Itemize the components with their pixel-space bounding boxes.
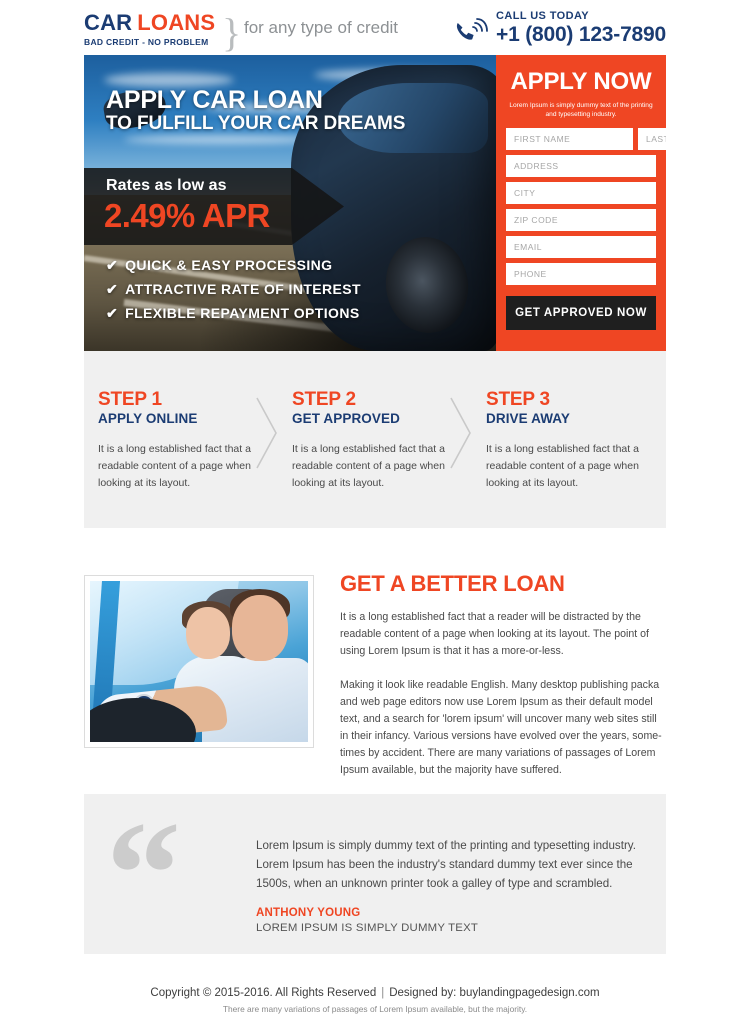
footer-main-line: Copyright © 2015-2016. All Rights Reserv… bbox=[0, 985, 750, 1001]
benefit-label: QUICK & EASY PROCESSING bbox=[125, 257, 333, 273]
apply-now-panel: APPLY NOW Lorem Ipsum is simply dummy te… bbox=[496, 55, 666, 351]
step-number: STEP 2 bbox=[292, 389, 356, 410]
step-description: It is a long established fact that a rea… bbox=[98, 443, 251, 489]
email-input[interactable] bbox=[506, 236, 656, 258]
rate-value: 2.49% APR bbox=[104, 197, 270, 234]
brace-glyph: } bbox=[222, 10, 242, 55]
step-name: APPLY ONLINE bbox=[98, 411, 198, 426]
check-icon: ✔ bbox=[106, 305, 119, 321]
better-loan-text-block: GET A BETTER LOAN It is a long establish… bbox=[340, 571, 666, 779]
step-3: STEP 3 DRIVE AWAY It is a long establish… bbox=[486, 389, 648, 492]
check-icon: ✔ bbox=[106, 257, 119, 273]
step-description: It is a long established fact that a rea… bbox=[292, 443, 445, 489]
footer-separator: | bbox=[381, 987, 385, 999]
testimonial-author: ANTHONY YOUNG bbox=[256, 907, 361, 919]
footer-note: There are many variations of passages of… bbox=[222, 1004, 528, 1014]
form-row-name bbox=[506, 128, 666, 150]
form-row-zip bbox=[506, 209, 656, 231]
chevron-right-icon bbox=[254, 395, 280, 471]
hero-subtitle: TO FULFILL YOUR CAR DREAMS bbox=[106, 113, 406, 134]
hero-title: APPLY CAR LOAN bbox=[106, 86, 323, 114]
step-2: STEP 2 GET APPROVED It is a long establi… bbox=[292, 389, 454, 492]
hero-banner: APPLY CAR LOAN TO FULFILL YOUR CAR DREAM… bbox=[84, 55, 666, 351]
chevron-right-icon bbox=[448, 395, 474, 471]
form-row-email bbox=[506, 236, 656, 258]
footer-copyright: Copyright © 2015-2016. All Rights Reserv… bbox=[150, 987, 377, 999]
logo-word-loans: LOANS bbox=[137, 10, 216, 35]
header-tagline: for any type of credit bbox=[244, 18, 399, 37]
logo-main-text: CAR LOANS bbox=[84, 11, 215, 35]
step-name: DRIVE AWAY bbox=[486, 411, 571, 426]
get-approved-now-button[interactable]: GET APPROVED NOW bbox=[506, 296, 656, 330]
footer-designed-by[interactable]: Designed by: buylandingpagedesign.com bbox=[389, 987, 599, 999]
site-header: CAR LOANS BAD CREDIT - NO PROBLEM } for a… bbox=[0, 0, 750, 55]
rate-label: Rates as low as bbox=[106, 177, 227, 194]
form-row-address bbox=[506, 155, 656, 177]
call-us-block[interactable]: CALL US TODAY +1 (800) 123-7890 bbox=[456, 10, 666, 47]
apply-now-description: Lorem Ipsum is simply dummy text of the … bbox=[509, 102, 653, 118]
step-name: GET APPROVED bbox=[292, 411, 400, 426]
last-name-input[interactable] bbox=[638, 128, 666, 150]
step-1: STEP 1 APPLY ONLINE It is a long establi… bbox=[98, 389, 260, 492]
benefit-label: ATTRACTIVE RATE OF INTEREST bbox=[125, 281, 361, 297]
testimonial-body: Lorem Ipsum is simply dummy text of the … bbox=[256, 836, 646, 934]
phone-input[interactable] bbox=[506, 263, 656, 285]
couple-driving-car-photo bbox=[84, 575, 314, 748]
call-us-label: CALL US TODAY bbox=[496, 10, 590, 22]
quote-icon: “ bbox=[106, 791, 181, 957]
better-loan-title: GET A BETTER LOAN bbox=[340, 571, 565, 596]
form-row-city bbox=[506, 182, 656, 204]
list-item: ✔ ATTRACTIVE RATE OF INTEREST bbox=[106, 277, 361, 301]
site-logo[interactable]: CAR LOANS BAD CREDIT - NO PROBLEM bbox=[84, 11, 215, 48]
testimonial-section: “ Lorem Ipsum is simply dummy text of th… bbox=[84, 794, 666, 954]
better-loan-paragraph-2: Making it look like readable English. Ma… bbox=[340, 679, 662, 776]
hero-benefits-list: ✔ QUICK & EASY PROCESSING ✔ ATTRACTIVE RAT… bbox=[106, 253, 361, 325]
apply-now-title: APPLY NOW bbox=[510, 68, 652, 95]
step-description: It is a long established fact that a rea… bbox=[486, 443, 639, 489]
benefit-label: FLEXIBLE REPAYMENT OPTIONS bbox=[125, 305, 360, 321]
steps-section: STEP 1 APPLY ONLINE It is a long establi… bbox=[84, 351, 666, 528]
zip-code-input[interactable] bbox=[506, 209, 656, 231]
list-item: ✔ FLEXIBLE REPAYMENT OPTIONS bbox=[106, 301, 361, 325]
phone-ringing-icon bbox=[454, 16, 488, 46]
landing-page: CAR LOANS BAD CREDIT - NO PROBLEM } for a… bbox=[0, 0, 750, 1035]
step-number: STEP 3 bbox=[486, 389, 550, 410]
first-name-input[interactable] bbox=[506, 128, 633, 150]
better-loan-paragraph-1: It is a long established fact that a rea… bbox=[340, 611, 650, 657]
city-input[interactable] bbox=[506, 182, 656, 204]
better-loan-section: GET A BETTER LOAN It is a long establish… bbox=[84, 571, 666, 776]
logo-word-car: CAR bbox=[84, 10, 133, 35]
logo-tagline-sub: BAD CREDIT - NO PROBLEM bbox=[84, 37, 209, 47]
testimonial-text: Lorem Ipsum is simply dummy text of the … bbox=[256, 839, 636, 890]
apply-now-form bbox=[506, 128, 666, 285]
site-footer: Copyright © 2015-2016. All Rights Reserv… bbox=[0, 985, 750, 1016]
address-input[interactable] bbox=[506, 155, 656, 177]
testimonial-role: LOREM IPSUM IS SIMPLY DUMMY TEXT bbox=[256, 922, 479, 934]
form-row-phone bbox=[506, 263, 656, 285]
step-number: STEP 1 bbox=[98, 389, 162, 410]
phone-number[interactable]: +1 (800) 123-7890 bbox=[496, 23, 666, 47]
list-item: ✔ QUICK & EASY PROCESSING bbox=[106, 253, 361, 277]
check-icon: ✔ bbox=[106, 281, 119, 297]
